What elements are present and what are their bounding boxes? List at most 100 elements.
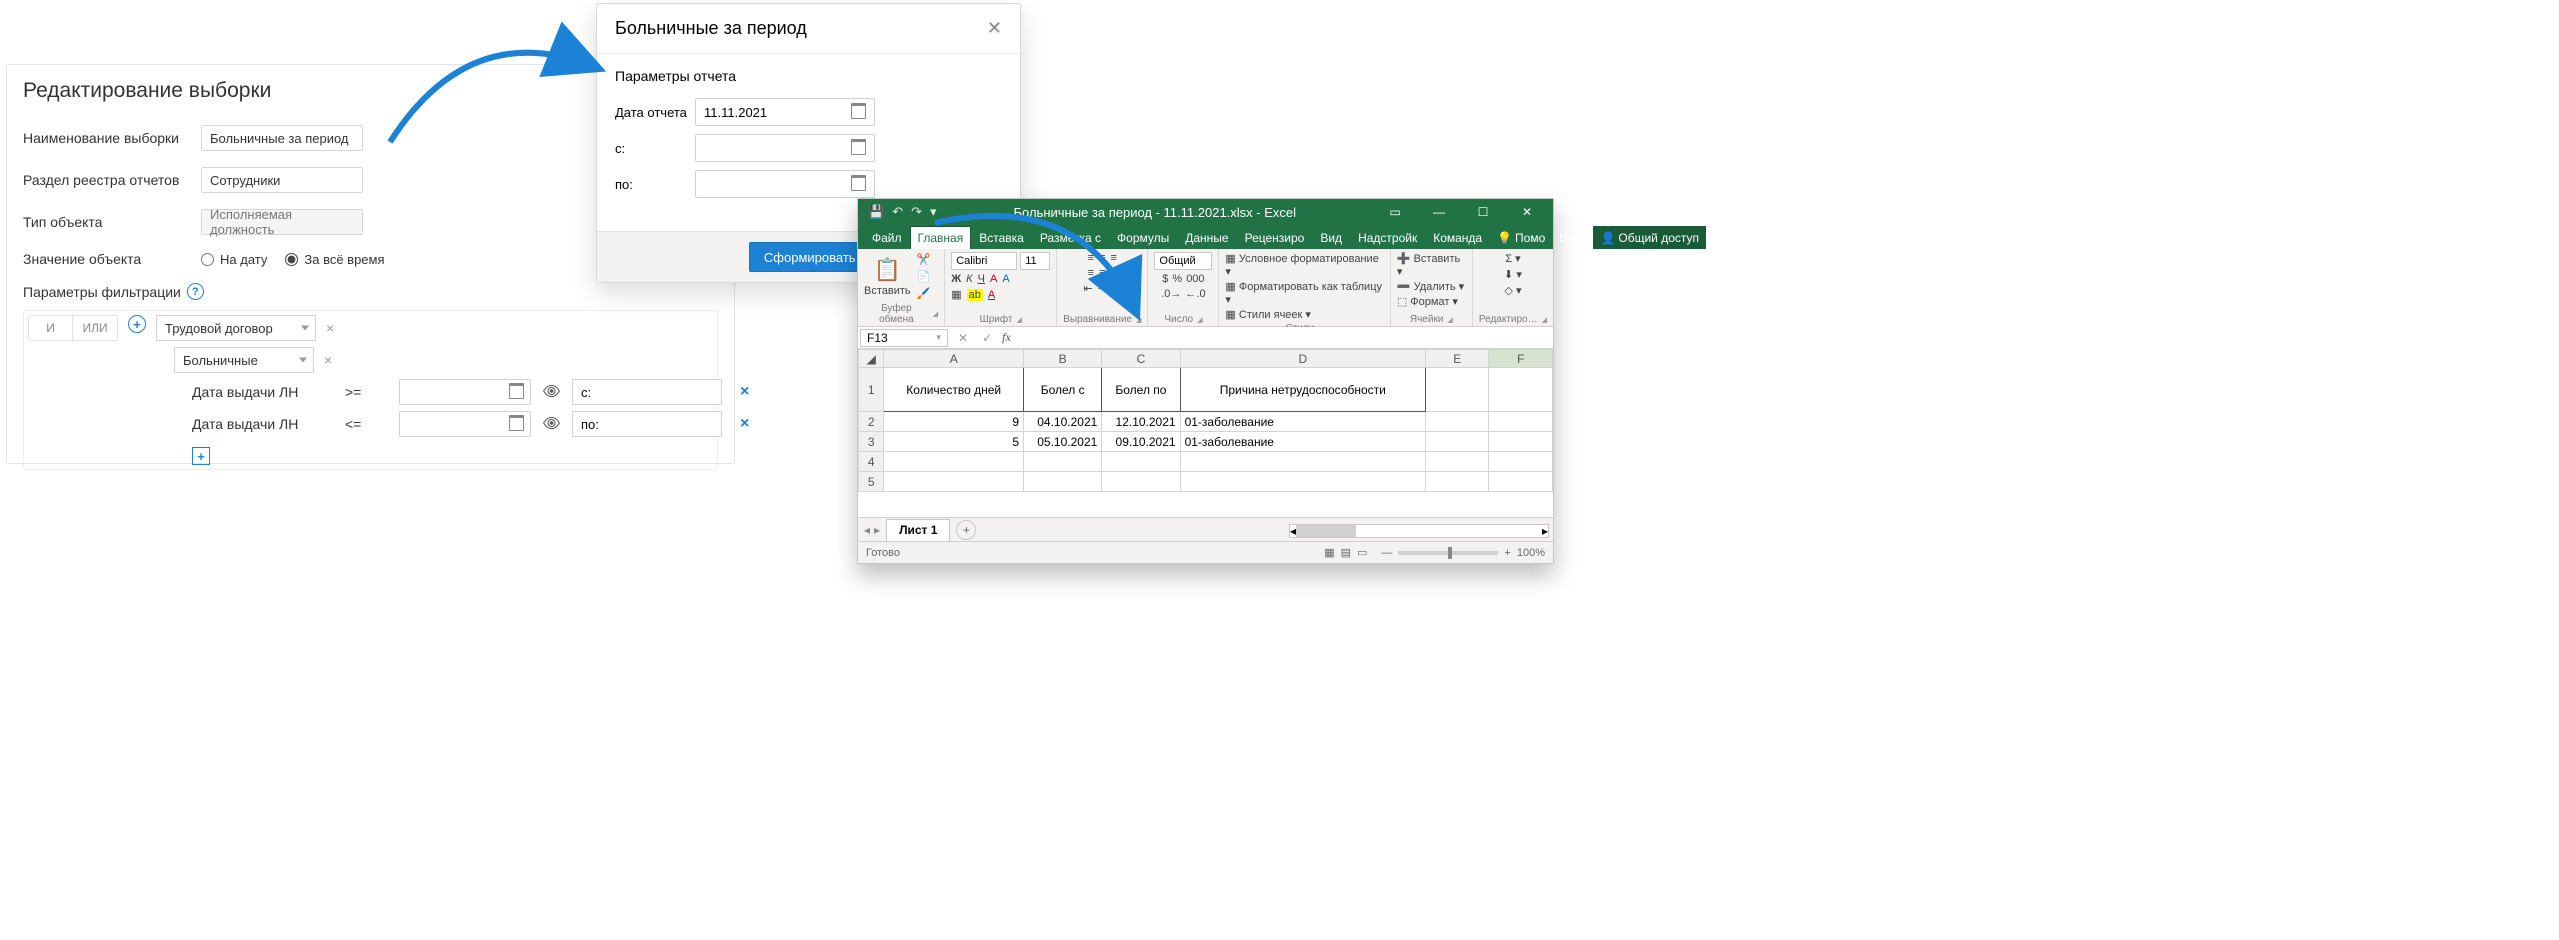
view-normal-icon[interactable]: ▦ (1324, 546, 1334, 559)
remove-group-2[interactable]: × (324, 352, 332, 368)
section-input[interactable] (201, 167, 363, 193)
redo-icon[interactable]: ↷ (911, 204, 922, 220)
cell[interactable] (1426, 412, 1489, 432)
date-1[interactable] (399, 379, 531, 405)
wrap-icon[interactable]: ↩ (1112, 282, 1121, 295)
format-cells-button[interactable]: ⬚ Формат ▾ (1397, 295, 1458, 308)
minimize-icon[interactable]: — (1417, 199, 1461, 225)
tab-team[interactable]: Команда (1425, 226, 1490, 249)
cell[interactable]: Болел по (1102, 368, 1180, 412)
field-1[interactable]: Дата выдачи ЛН (192, 384, 327, 400)
spreadsheet-grid[interactable]: ◢ A B C D E F 1 Количество дней Болел с … (858, 349, 1553, 517)
group-sick-leave[interactable]: Больничные (174, 347, 314, 373)
remove-group-1[interactable]: × (326, 320, 334, 336)
help-icon[interactable]: ? (187, 283, 204, 300)
tab-or[interactable]: ИЛИ (73, 316, 117, 340)
alias-2[interactable] (572, 411, 722, 437)
percent-icon[interactable]: % (1172, 273, 1182, 285)
col-A[interactable]: A (884, 350, 1024, 368)
field-2[interactable]: Дата выдачи ЛН (192, 416, 327, 432)
tab-and[interactable]: И (29, 316, 73, 340)
date-2[interactable] (399, 411, 531, 437)
maximize-icon[interactable]: ☐ (1461, 199, 1505, 225)
close-icon[interactable]: ✕ (987, 18, 1002, 39)
formula-input[interactable] (1017, 329, 1551, 347)
fill-icon[interactable]: ⬇ ▾ (1504, 268, 1522, 281)
prev-sheet-icon[interactable]: ◂ (864, 523, 870, 537)
cell[interactable] (1024, 452, 1102, 472)
fx-enter-icon[interactable]: ✓ (978, 331, 996, 345)
zoom-out-icon[interactable]: — (1381, 547, 1392, 559)
cond-format-button[interactable]: ▦ Условное форматирование ▾ (1225, 252, 1383, 278)
indent-inc-icon[interactable]: ⇥ (1098, 282, 1107, 295)
cell[interactable]: Причина нетрудоспособности (1180, 368, 1425, 412)
tab-file[interactable]: Файл (864, 226, 910, 249)
next-sheet-icon[interactable]: ▸ (874, 523, 880, 537)
cell[interactable] (1489, 452, 1553, 472)
add-group-button[interactable]: + (128, 315, 146, 333)
and-or-toggle[interactable]: И ИЛИ (28, 315, 118, 341)
number-format[interactable] (1154, 252, 1212, 270)
autosum-icon[interactable]: Σ ▾ (1505, 252, 1520, 265)
view-layout-icon[interactable]: ▤ (1341, 546, 1351, 559)
font-size[interactable] (1020, 252, 1050, 270)
cell[interactable] (1489, 472, 1553, 492)
tab-data[interactable]: Данные (1177, 226, 1236, 249)
to-input[interactable] (695, 170, 875, 198)
zoom-in-icon[interactable]: + (1504, 547, 1510, 559)
h-scrollbar[interactable]: ◂▸ (1289, 524, 1549, 538)
eye-icon[interactable] (543, 416, 560, 432)
tab-insert[interactable]: Вставка (971, 226, 1032, 249)
font-grow-icon[interactable]: A (990, 273, 997, 285)
eye-icon[interactable] (543, 384, 560, 400)
tab-addins[interactable]: Надстройк (1350, 226, 1425, 249)
remove-filter-1[interactable]: × (740, 383, 749, 401)
cell[interactable] (1489, 412, 1553, 432)
comma-icon[interactable]: 000 (1186, 273, 1204, 285)
underline-icon[interactable]: Ч (978, 273, 985, 285)
sheet-tab[interactable]: Лист 1 (886, 519, 950, 541)
cell[interactable] (1024, 472, 1102, 492)
tab-share[interactable]: 👤Общий доступ (1593, 226, 1706, 249)
col-E[interactable]: E (1426, 350, 1489, 368)
border-icon[interactable]: ▦ (951, 288, 961, 301)
qat-more-icon[interactable]: ▾ (930, 204, 937, 220)
row-4[interactable]: 4 (859, 452, 884, 472)
delete-cells-button[interactable]: ➖ Удалить ▾ (1397, 280, 1464, 293)
format-as-table-button[interactable]: ▦ Форматировать как таблицу ▾ (1225, 280, 1383, 306)
cell[interactable]: 01-заболевание (1180, 432, 1425, 452)
font-shrink-icon[interactable]: A (1002, 273, 1009, 285)
col-D[interactable]: D (1180, 350, 1425, 368)
add-filter-button[interactable]: + (192, 447, 210, 465)
tab-review[interactable]: Рецензиро (1237, 226, 1313, 249)
tab-login[interactable]: Вход (1552, 226, 1593, 249)
add-sheet-icon[interactable]: + (956, 520, 976, 540)
cell[interactable] (1102, 452, 1180, 472)
align-left-icon[interactable]: ≡ (1088, 267, 1094, 279)
insert-cells-button[interactable]: ➕ Вставить ▾ (1397, 252, 1466, 278)
tab-heading[interactable]: Главная (910, 226, 972, 249)
group-labor-contract[interactable]: Трудовой договор (156, 315, 316, 341)
select-all[interactable]: ◢ (859, 350, 884, 368)
cell[interactable]: 01-заболевание (1180, 412, 1425, 432)
radio-on-date[interactable]: На дату (201, 252, 267, 267)
cell[interactable]: 5 (884, 432, 1024, 452)
op-2[interactable]: <= (339, 416, 387, 432)
inc-decimal-icon[interactable]: .0→ (1161, 288, 1181, 300)
align-bot-icon[interactable]: ≡ (1111, 252, 1117, 264)
cell[interactable]: Количество дней (884, 368, 1024, 412)
align-center-icon[interactable]: ≡ (1099, 267, 1105, 279)
zoom-slider[interactable] (1398, 551, 1498, 555)
report-date-input[interactable]: 11.11.2021 (695, 98, 875, 126)
view-break-icon[interactable]: ▭ (1357, 546, 1367, 559)
dec-decimal-icon[interactable]: ←.0 (1185, 288, 1205, 300)
col-F[interactable]: F (1489, 350, 1553, 368)
cell[interactable]: 9 (884, 412, 1024, 432)
cell-styles-button[interactable]: ▦ Стили ячеек ▾ (1225, 308, 1311, 321)
row-5[interactable]: 5 (859, 472, 884, 492)
cell[interactable] (1102, 472, 1180, 492)
objtype-select[interactable]: Исполняемая должность (201, 209, 363, 235)
alias-1[interactable] (572, 379, 722, 405)
save-icon[interactable]: 💾 (868, 204, 884, 220)
name-input[interactable] (201, 125, 363, 151)
